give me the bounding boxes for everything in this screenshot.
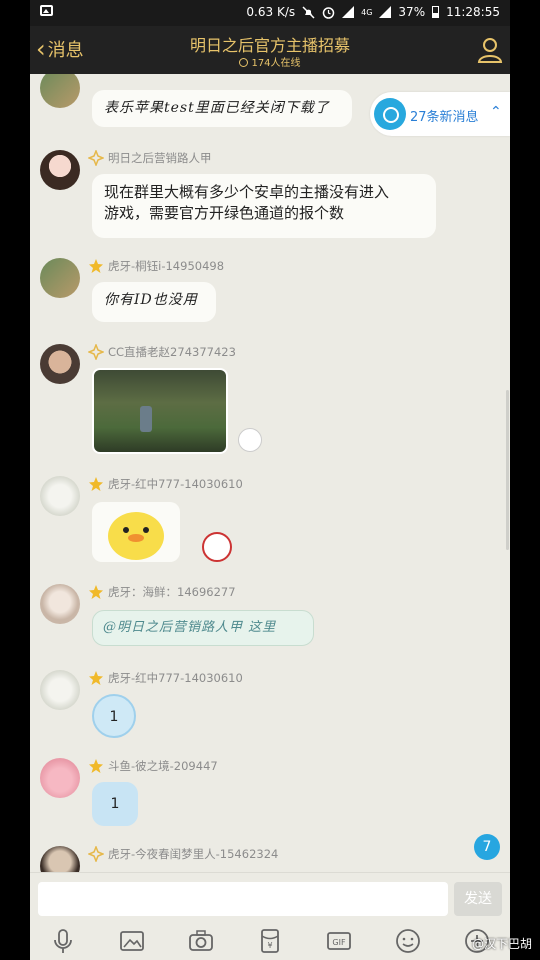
online-text: 174人在线 (251, 58, 301, 69)
medal-badge-icon (202, 532, 232, 562)
sender-line: 斗鱼-彼之境-209447 (88, 758, 218, 774)
message-text-line: 现在群里大概有多少个安卓的主播没有进入 (104, 183, 390, 201)
emoji-icon[interactable] (395, 928, 421, 954)
send-button[interactable]: 发送 (454, 882, 502, 916)
group-title: 明日之后官方主播招募 (189, 36, 350, 55)
network-speed: 0.63 K/s (246, 5, 296, 19)
message-bubble[interactable]: 1 (92, 782, 138, 826)
message-bubble[interactable]: 表乐苹果test里面已经关闭下载了 (92, 90, 352, 127)
sender-line: 明日之后营销路人甲 (88, 150, 212, 166)
avatar[interactable] (40, 476, 80, 516)
admin-badge-icon (88, 150, 104, 166)
sender-line: CC直播老赵274377423 (88, 344, 236, 360)
cell-signal-icon (379, 6, 392, 18)
svg-text:¥: ¥ (267, 941, 272, 950)
star-badge-icon (89, 585, 103, 599)
sender-name: 明日之后营销路人甲 (108, 151, 212, 165)
sender-line: 虎牙-今夜春闺梦里人-15462324 (88, 846, 278, 862)
avatar[interactable] (40, 758, 80, 798)
message-bubble[interactable]: @明日之后营销路人甲 这里 (92, 610, 314, 646)
star-badge-icon (89, 259, 103, 273)
gif-icon[interactable]: GIF (326, 928, 352, 954)
composer-bar: 发送 (30, 872, 510, 921)
message-text: 你有ID也没用 (104, 292, 198, 308)
message-text: 表乐苹果test里面已经关闭下载了 (104, 100, 330, 116)
message-text-line: 游戏，需要官方开绿色通道的报个数 (104, 204, 345, 222)
sender-name: 虎牙：海鲜：14696277 (108, 585, 236, 599)
sender-name: 斗鱼-彼之境-209447 (108, 759, 218, 773)
new-messages-button[interactable]: 27条新消息 ⌃ (370, 92, 510, 136)
add-reaction-icon[interactable] (238, 428, 262, 452)
sender-name: 虎牙-今夜春闺梦里人-15462324 (108, 847, 279, 861)
input-toolbar: ¥ GIF (30, 920, 510, 960)
message-text: 1 (110, 796, 120, 812)
message-bubble[interactable]: 现在群里大概有多少个安卓的主播没有进入 游戏，需要官方开绿色通道的报个数 (92, 174, 436, 238)
chat-bubble-icon (374, 98, 406, 130)
message-text: @明日之后营销路人甲 这里 (103, 620, 277, 635)
svg-text:GIF: GIF (332, 938, 346, 947)
image-icon[interactable] (119, 928, 145, 954)
status-bar: 0.63 K/s 4G 37% 11:28:55 (30, 0, 510, 26)
mic-icon[interactable] (50, 928, 76, 954)
duck-sticker-icon (108, 512, 164, 560)
message-input[interactable] (38, 882, 448, 916)
wifi-signal-icon (342, 6, 355, 18)
sender-name: 虎牙-桐钰i-14950498 (108, 259, 225, 273)
battery-percent: 37% (398, 5, 426, 19)
message-bubble[interactable]: 你有ID也没用 (92, 282, 216, 322)
chevron-up-icon: ⌃ (490, 104, 502, 120)
sender-name: 虎牙-红中777-14030610 (108, 671, 243, 685)
avatar[interactable] (40, 258, 80, 298)
message-bubble[interactable]: 1 (92, 694, 136, 738)
unread-count-badge[interactable]: 7 (474, 834, 500, 860)
image-message[interactable] (92, 368, 228, 454)
avatar[interactable] (40, 68, 80, 108)
alarm-icon (322, 6, 335, 19)
game-character (140, 406, 152, 432)
clock: 11:28:55 (446, 5, 500, 19)
new-messages-label: 27条新消息 (410, 110, 479, 125)
avatar[interactable] (40, 584, 80, 624)
battery-icon (432, 6, 440, 18)
mute-icon (302, 5, 315, 19)
status-right: 0.63 K/s 4G 37% 11:28:55 (246, 5, 500, 19)
camera-icon[interactable] (188, 928, 214, 954)
online-icon (239, 58, 249, 67)
phone-screen: 0.63 K/s 4G 37% 11:28:55 ‹ 消息 明日之后官方主播招募… (30, 0, 510, 960)
watermark: @汉下巴胡 (471, 937, 532, 951)
redpacket-icon[interactable]: ¥ (257, 928, 283, 954)
avatar[interactable] (40, 670, 80, 710)
gallery-notification-icon (40, 5, 53, 16)
status-left (40, 5, 53, 19)
star-badge-icon (89, 671, 103, 685)
network-type: 4G (361, 7, 373, 17)
avatar[interactable] (40, 344, 80, 384)
message-text: 1 (109, 709, 119, 725)
star-badge-icon (89, 477, 103, 491)
group-members-icon[interactable] (476, 36, 504, 64)
sender-name: CC直播老赵274377423 (108, 345, 236, 359)
sender-line: 虎牙-红中777-14030610 (88, 476, 243, 492)
admin-badge-icon (88, 344, 104, 360)
sticker-message[interactable] (92, 502, 180, 562)
scrollbar[interactable] (506, 390, 509, 550)
sender-line: 虎牙：海鲜：14696277 (88, 584, 236, 600)
online-count: 174人在线 (30, 54, 510, 69)
sender-line: 虎牙-红中777-14030610 (88, 670, 243, 686)
avatar[interactable] (40, 150, 80, 190)
admin-badge-icon (88, 846, 104, 862)
chat-header-overlay: ‹ 消息 明日之后官方主播招募 174人在线 (30, 26, 510, 74)
sender-name: 虎牙-红中777-14030610 (108, 477, 243, 491)
star-badge-icon (89, 759, 103, 773)
sender-line: 虎牙-桐钰i-14950498 (88, 258, 224, 274)
